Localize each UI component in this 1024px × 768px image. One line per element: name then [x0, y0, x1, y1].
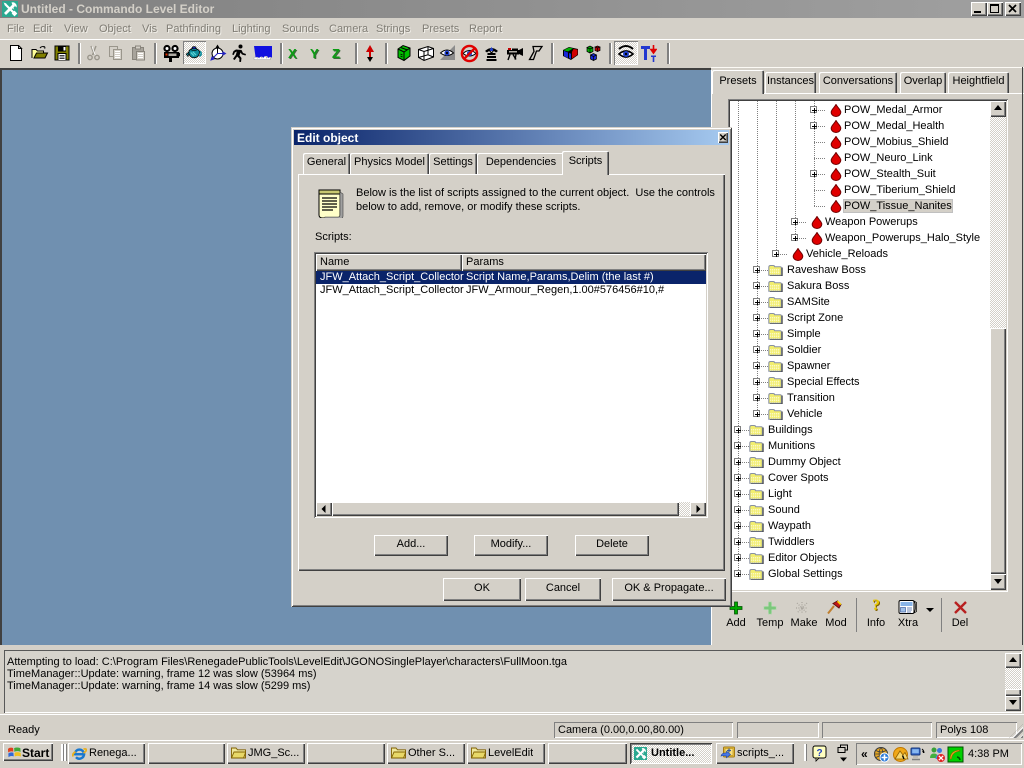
- svg-text:?: ?: [816, 748, 822, 759]
